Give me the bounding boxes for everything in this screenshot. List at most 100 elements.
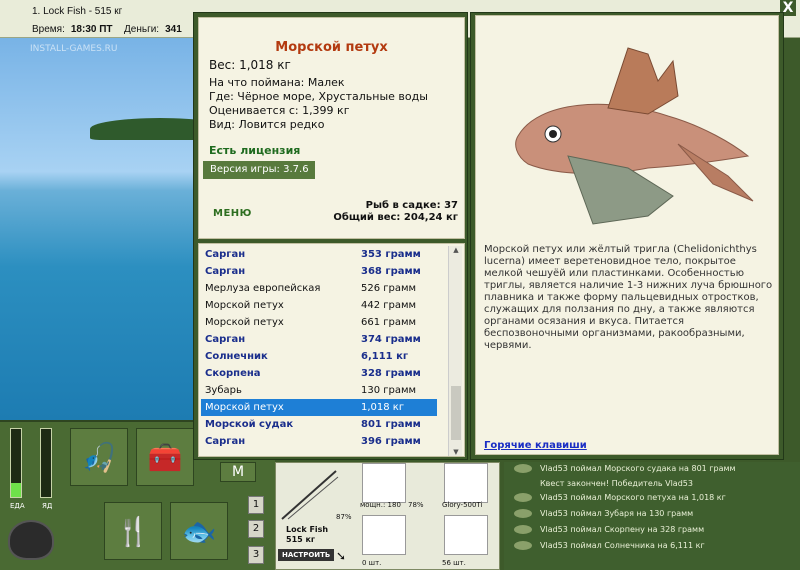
catch-fish-name: Сарган [205, 249, 246, 260]
fish-valued-from: Оценивается с: 1,399 кг [209, 104, 350, 117]
line-label: Glory-500Ti [442, 501, 483, 509]
page-2-button[interactable]: 2 [248, 520, 264, 538]
catch-fish-weight: 353 грамм [361, 249, 421, 260]
catch-fish-name: Сарган [205, 266, 246, 277]
adjust-button[interactable]: НАСТРОИТЬ [278, 549, 335, 561]
table-row[interactable]: Сарган 368 грамм [201, 263, 437, 280]
reel-pct: 78% [408, 501, 424, 509]
rod-name-text: Lock Fish [286, 525, 329, 534]
reel-slot[interactable] [362, 463, 406, 503]
poison-gauge [40, 428, 52, 498]
fish-icon [514, 509, 532, 518]
table-row[interactable]: Морской судак 801 грамм [201, 416, 437, 433]
lure-slot[interactable] [444, 515, 488, 555]
page-1-button[interactable]: 1 [248, 496, 264, 514]
catch-fish-weight: 6,111 кг [361, 351, 409, 362]
fish-title: Морской петух [275, 40, 388, 55]
catch-fish-weight: 328 грамм [361, 368, 421, 379]
hunger-gauges: ЕДА ЯД [6, 428, 62, 514]
log-item: Vlad53 поймал Морского судака на 801 гра… [514, 464, 736, 473]
table-row[interactable]: Сарган 374 грамм [201, 331, 437, 348]
catch-scrollbar[interactable]: ▲ ▼ [448, 246, 462, 456]
reel-label: мощн.: 180 [360, 501, 401, 509]
table-row[interactable]: Сарган 353 грамм [201, 246, 437, 263]
log-item-text: Vlad53 поймал Морского судака на 801 гра… [540, 464, 736, 473]
scroll-down-icon[interactable]: ▼ [449, 448, 463, 456]
fishing-rod-icon[interactable]: 🎣 [70, 428, 128, 486]
catch-fish-weight: 526 грамм [361, 283, 417, 294]
catch-fish-weight: 396 грамм [361, 436, 421, 447]
fish-info-panel: Морской петух Вес: 1,018 кг На что пойма… [198, 17, 465, 239]
money-value: 341 [165, 24, 182, 35]
table-row[interactable]: Морской петух 661 грамм [201, 314, 437, 331]
fish-picture-panel: Морской петух или жёлтый тригла (Chelido… [475, 15, 779, 455]
catch-list: Сарган 353 грамм Сарган 368 грамм Мерлуза ев… [198, 243, 465, 457]
poison-label: ЯД [42, 502, 53, 510]
fish-icon [514, 464, 532, 473]
fish-illustration [515, 47, 754, 225]
hotkeys-link[interactable]: Горячие клавиши [484, 440, 587, 451]
log-item-text: Vlad53 поймал Скорпену на 328 грамм [540, 525, 705, 534]
cage-count: Рыб в садке: 37 [365, 200, 458, 211]
catch-fish-name: Скорпена [205, 368, 261, 379]
table-row[interactable]: Зубарь 130 грамм [201, 382, 437, 399]
rod-weight: 515 кг [286, 535, 316, 544]
table-row[interactable]: Морской петух 442 грамм [201, 297, 437, 314]
log-item-text: Vlad53 поймал Солнечника на 6,111 кг [540, 541, 705, 550]
catch-fish-name: Морской петух [205, 402, 284, 413]
log-item: Vlad53 поймал Зубаря на 130 грамм [514, 509, 693, 518]
hooks-count: 0 шт. [362, 559, 382, 567]
cage-summary: Рыб в садке: 37 Общий вес: 204,24 кг [333, 200, 458, 224]
rod-pct: 87% [336, 513, 352, 521]
version-badge: Версия игры: 3.7.6 [203, 161, 315, 179]
island-shape [90, 118, 195, 140]
catch-fish-name: Сарган [205, 436, 246, 447]
license-status: Есть лицензия [209, 144, 301, 157]
line-slot[interactable] [444, 463, 488, 503]
log-item: Квест закончен! Победитель Vlad53 [540, 479, 693, 488]
fish-weight: Вес: 1,018 кг [209, 58, 291, 72]
catch-fish-weight: 130 грамм [361, 385, 417, 396]
time-label: Время: [32, 24, 65, 35]
table-row[interactable]: Морской петух 1,018 кг [201, 399, 437, 416]
time-readout: Время: 18:30 ПТ [32, 24, 113, 35]
equipment-panel: Lock Fish 515 кг 87% НАСТРОИТЬ ➘ мощн.: … [275, 462, 500, 570]
catch-fish-name: Морской петух [205, 300, 284, 311]
window-title: 1. Lock Fish - 515 кг [32, 6, 123, 17]
catch-fish-weight: 374 грамм [361, 334, 421, 345]
table-row[interactable]: Солнечник 6,111 кг [201, 348, 437, 365]
menu-button[interactable]: МЕНЮ [213, 208, 252, 219]
rod-name: Lock Fish 515 кг [286, 525, 328, 545]
total-weight: Общий вес: 204,24 кг [333, 212, 458, 223]
catch-fish-name: Морской петух [205, 317, 284, 328]
time-value: 18:30 ПТ [70, 24, 113, 35]
fish-picture-dialog: Морской петух или жёлтый тригла (Chelido… [470, 12, 784, 460]
table-row[interactable]: Мерлуза европейская 526 грамм [201, 280, 437, 297]
tackle-box-icon[interactable]: 🧰 [136, 428, 194, 486]
table-row[interactable]: Сарган 396 грамм [201, 433, 437, 450]
fish-icon[interactable]: 🐟 [170, 502, 228, 560]
hook-slot[interactable] [362, 515, 406, 555]
catch-fish-weight: 442 грамм [361, 300, 417, 311]
food-gauge [10, 428, 22, 498]
fork-knife-icon[interactable]: 🍴 [104, 502, 162, 560]
money-label: Деньги: [124, 24, 160, 35]
scroll-thumb[interactable] [451, 386, 461, 440]
scroll-up-icon[interactable]: ▲ [449, 246, 463, 254]
food-gauge-fill [11, 483, 21, 497]
fish-icon [514, 493, 532, 502]
version-value: 3.7.6 [283, 164, 309, 175]
catch-fish-weight: 661 грамм [361, 317, 417, 328]
food-label: ЕДА [10, 502, 25, 510]
catch-fish-name: Зубарь [205, 385, 242, 396]
table-row[interactable]: Скорпена 328 грамм [201, 365, 437, 382]
page-3-button[interactable]: 3 [248, 546, 264, 564]
arrow-icon: ➘ [336, 549, 347, 563]
map-icon[interactable]: M [220, 462, 256, 482]
catch-fish-name: Солнечник [205, 351, 268, 362]
event-log: Vlad53 поймал Морского судака на 801 гра… [504, 462, 800, 570]
cooking-pot-icon[interactable] [8, 520, 54, 560]
rod-slot[interactable]: Lock Fish 515 кг 87% НАСТРОИТЬ ➘ [276, 463, 358, 570]
log-item-text: Квест закончен! Победитель Vlad53 [540, 479, 693, 488]
log-item: Vlad53 поймал Скорпену на 328 грамм [514, 525, 704, 534]
